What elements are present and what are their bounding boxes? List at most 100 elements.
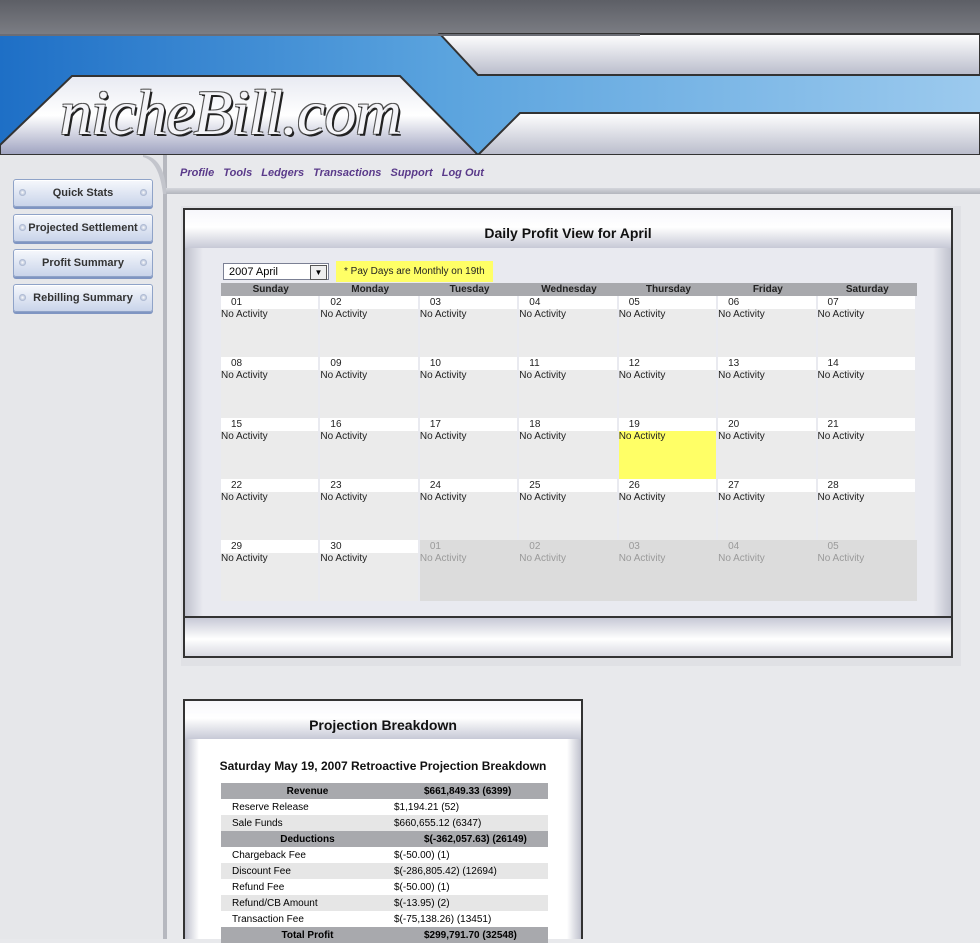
calendar-day-cell[interactable]: 11 No Activity bbox=[519, 357, 618, 418]
calendar-day-cell[interactable]: 02 No Activity bbox=[320, 296, 419, 357]
day-number: 23 bbox=[320, 479, 418, 492]
projection-value: $(-286,805.42) (12694) bbox=[394, 863, 548, 879]
bullet-icon bbox=[140, 294, 147, 301]
day-number: 29 bbox=[221, 540, 319, 553]
day-activity: No Activity bbox=[618, 492, 717, 540]
calendar-day-cell[interactable]: 14 No Activity bbox=[817, 357, 917, 418]
calendar-day-cell[interactable]: 09 No Activity bbox=[320, 357, 419, 418]
projection-label: Refund Fee bbox=[232, 881, 285, 893]
bullet-icon bbox=[140, 259, 147, 266]
calendar-day-cell[interactable]: 12 No Activity bbox=[618, 357, 718, 418]
weekday-header: Monday bbox=[320, 283, 420, 296]
calendar-day-cell[interactable]: 26 No Activity bbox=[618, 479, 718, 540]
projection-label: Deductions bbox=[221, 831, 394, 847]
calendar-day-cell[interactable]: 21 No Activity bbox=[817, 418, 917, 479]
calendar-day-cell[interactable]: 23 No Activity bbox=[320, 479, 419, 540]
month-select-value: 2007 April bbox=[229, 266, 278, 278]
day-activity: No Activity bbox=[320, 492, 418, 540]
day-activity: No Activity bbox=[221, 492, 319, 540]
calendar-week-row: 29 No Activity 30 No Activity 01 No Activity 0… bbox=[221, 540, 917, 601]
bullet-icon bbox=[19, 259, 26, 266]
day-activity: No Activity bbox=[718, 431, 816, 479]
projection-value: $(-362,057.63) (26149) bbox=[394, 831, 548, 847]
day-activity: No Activity bbox=[519, 370, 617, 418]
nav-link-transactions[interactable]: Transactions bbox=[313, 167, 381, 179]
calendar-day-cell[interactable]: 28 No Activity bbox=[817, 479, 917, 540]
sidebar-item-rebilling-summary[interactable]: Rebilling Summary bbox=[13, 284, 153, 312]
projection-panel-header: Projection Breakdown bbox=[183, 699, 583, 741]
calendar-day-cell[interactable]: 24 No Activity bbox=[419, 479, 519, 540]
day-activity: No Activity bbox=[419, 492, 518, 540]
calendar-day-cell[interactable]: 04 No Activity bbox=[519, 296, 618, 357]
site-logo[interactable]: nicheBill.com bbox=[60, 76, 402, 150]
month-select[interactable]: 2007 April ▼ bbox=[223, 263, 329, 280]
weekday-header: Friday bbox=[718, 283, 818, 296]
projection-label: Revenue bbox=[221, 783, 394, 799]
day-number: 04 bbox=[519, 296, 617, 309]
calendar-day-cell[interactable]: 02 No Activity bbox=[519, 540, 619, 601]
nav-link-ledgers[interactable]: Ledgers bbox=[261, 167, 304, 179]
calendar-day-cell[interactable]: 27 No Activity bbox=[718, 479, 817, 540]
sidebar-item-quick-stats[interactable]: Quick Stats bbox=[13, 179, 153, 207]
calendar-week-row: 08 No Activity 09 No Activity 10 No Activity 1… bbox=[221, 357, 917, 418]
projection-table: Revenue $661,849.33 (6399) Reserve Release… bbox=[221, 783, 548, 943]
day-activity: No Activity bbox=[817, 370, 915, 418]
calendar-day-cell[interactable]: 13 No Activity bbox=[718, 357, 817, 418]
projection-row: Refund/CB Amount $(-13.95) (2) bbox=[221, 895, 548, 911]
calendar-day-cell[interactable]: 16 No Activity bbox=[320, 418, 419, 479]
day-activity: No Activity bbox=[320, 553, 418, 601]
nav-link-log-out[interactable]: Log Out bbox=[442, 167, 484, 179]
calendar-day-cell[interactable]: 01 No Activity bbox=[419, 540, 520, 601]
calendar-day-cell[interactable]: 07 No Activity bbox=[817, 296, 917, 357]
calendar-day-cell[interactable]: 25 No Activity bbox=[519, 479, 618, 540]
calendar-day-cell[interactable]: 04 No Activity bbox=[718, 540, 818, 601]
calendar-day-cell[interactable]: 08 No Activity bbox=[221, 357, 320, 418]
calendar-day-cell[interactable]: 17 No Activity bbox=[419, 418, 519, 479]
projection-value: $661,849.33 (6399) bbox=[394, 783, 548, 799]
day-number: 26 bbox=[618, 479, 717, 492]
day-number: 20 bbox=[718, 418, 816, 431]
calendar-day-cell[interactable]: 19 No Activity bbox=[618, 418, 718, 479]
nav-link-tools[interactable]: Tools bbox=[223, 167, 252, 179]
day-activity: No Activity bbox=[221, 370, 319, 418]
calendar-day-cell[interactable]: 10 No Activity bbox=[419, 357, 519, 418]
day-number: 06 bbox=[718, 296, 816, 309]
calendar-day-cell[interactable]: 15 No Activity bbox=[221, 418, 320, 479]
calendar-week-row: 15 No Activity 16 No Activity 17 No Activity 1… bbox=[221, 418, 917, 479]
calendar-day-cell[interactable]: 22 No Activity bbox=[221, 479, 320, 540]
nav-link-support[interactable]: Support bbox=[391, 167, 433, 179]
day-number: 05 bbox=[618, 296, 717, 309]
calendar-day-cell[interactable]: 01 No Activity bbox=[221, 296, 320, 357]
chevron-down-icon[interactable]: ▼ bbox=[310, 265, 327, 280]
projection-section-row: Revenue $661,849.33 (6399) bbox=[221, 783, 548, 799]
calendar-day-cell[interactable]: 18 No Activity bbox=[519, 418, 618, 479]
calendar-day-cell[interactable]: 20 No Activity bbox=[718, 418, 817, 479]
day-number: 21 bbox=[817, 418, 915, 431]
day-number: 22 bbox=[221, 479, 319, 492]
day-number: 18 bbox=[519, 418, 617, 431]
calendar-day-cell[interactable]: 29 No Activity bbox=[221, 540, 320, 601]
sidebar-item-projected-settlement[interactable]: Projected Settlement bbox=[13, 214, 153, 242]
calendar-day-cell[interactable]: 06 No Activity bbox=[718, 296, 817, 357]
projection-value: $(-75,138.26) (13451) bbox=[394, 913, 492, 925]
projection-row: Chargeback Fee $(-50.00) (1) bbox=[221, 847, 548, 863]
projection-label: Refund/CB Amount bbox=[221, 895, 394, 911]
projection-label: Chargeback Fee bbox=[232, 849, 306, 861]
calendar-day-cell[interactable]: 03 No Activity bbox=[419, 296, 519, 357]
calendar-day-cell[interactable]: 30 No Activity bbox=[320, 540, 419, 601]
day-number: 05 bbox=[817, 540, 917, 553]
calendar-day-cell[interactable]: 05 No Activity bbox=[618, 296, 718, 357]
day-number: 12 bbox=[618, 357, 717, 370]
day-activity: No Activity bbox=[817, 492, 915, 540]
sidebar-item-profit-summary[interactable]: Profit Summary bbox=[13, 249, 153, 277]
payday-note: * Pay Days are Monthly on 19th bbox=[336, 261, 493, 282]
day-activity: No Activity bbox=[618, 370, 717, 418]
projection-section-row: Deductions $(-362,057.63) (26149) bbox=[221, 831, 548, 847]
calendar-day-cell[interactable]: 03 No Activity bbox=[618, 540, 719, 601]
day-activity: No Activity bbox=[419, 370, 518, 418]
projection-label: Reserve Release bbox=[232, 801, 309, 813]
calendar-day-cell[interactable]: 05 No Activity bbox=[817, 540, 917, 601]
bullet-icon bbox=[19, 294, 26, 301]
day-number: 01 bbox=[419, 540, 520, 553]
nav-link-profile[interactable]: Profile bbox=[180, 167, 214, 179]
